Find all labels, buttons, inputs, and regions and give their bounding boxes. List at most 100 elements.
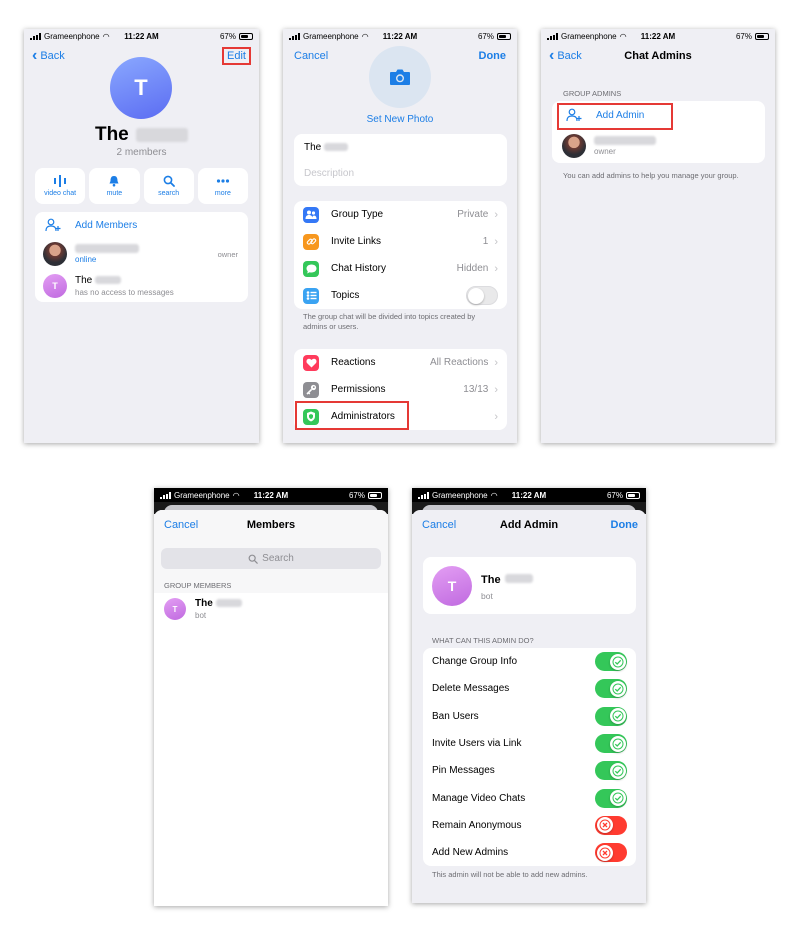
chevron-right-icon: › (494, 208, 498, 221)
setting-label: Reactions (331, 357, 376, 368)
mute-button[interactable]: mute (89, 168, 140, 204)
group-name: The (94, 124, 129, 145)
permissions-row[interactable]: Permissions 13/13 › (294, 376, 507, 403)
status-time: 11:22 AM (511, 490, 547, 500)
setting-label: Permissions (331, 384, 386, 395)
battery-icon (368, 491, 382, 499)
group-avatar[interactable]: T (110, 57, 172, 119)
setting-label: Chat History (331, 263, 387, 274)
admin-right-label: Add New Admins (432, 847, 509, 859)
topics-toggle[interactable] (466, 286, 498, 305)
more-button[interactable]: more (197, 168, 248, 204)
toggle-on[interactable] (595, 734, 627, 754)
add-members-row[interactable]: Add Members (35, 212, 248, 238)
status-time: 11:22 AM (253, 490, 289, 500)
topics-footer: The group chat will be divided into topi… (303, 312, 476, 331)
toggle-off[interactable] (595, 815, 627, 835)
group-name-field[interactable]: The (294, 134, 507, 160)
toggle-on[interactable] (595, 788, 627, 808)
status-time: 11:22 AM (382, 31, 418, 41)
admin-right-label: Manage Video Chats (432, 792, 526, 804)
status-bar: Grameenphone ◠ 11:22 AM 67% (283, 29, 517, 43)
cancel-button[interactable]: Cancel (420, 519, 456, 531)
member-status: bot (195, 611, 207, 620)
admin-right-row[interactable]: Pin Messages (423, 757, 636, 784)
toggle-on[interactable] (595, 652, 627, 672)
admin-right-label: Invite Users via Link (432, 738, 522, 750)
admin-right-row[interactable]: Change Group Info (423, 648, 636, 675)
bell-icon (109, 176, 119, 187)
blurred-name (136, 127, 189, 142)
member-row-owner[interactable]: online owner (35, 238, 248, 270)
admin-right-label: Delete Messages (432, 683, 510, 695)
action-buttons: video chat mute search more (35, 168, 248, 204)
bot-card: T The bot (423, 557, 636, 614)
bot-avatar: T (432, 565, 472, 606)
done-button[interactable]: Done (479, 50, 507, 62)
action-label: more (214, 190, 231, 197)
setting-value: 13/13 (463, 384, 489, 395)
battery-icon (626, 491, 640, 499)
setting-value: All Reactions (429, 357, 489, 368)
member-row-bot[interactable]: T The bot (154, 593, 388, 625)
admin-right-row[interactable]: Delete Messages (423, 675, 636, 702)
admin-name-blurred (594, 136, 656, 145)
search-button[interactable]: search (143, 168, 194, 204)
toggle-on[interactable] (595, 679, 627, 699)
cancel-button[interactable]: Cancel (162, 519, 198, 531)
add-admin-highlight (557, 103, 673, 130)
back-button[interactable]: ‹ Back (549, 48, 582, 64)
battery-icon (239, 32, 253, 40)
back-button[interactable]: ‹ Back (32, 47, 65, 64)
admin-right-label: Pin Messages (432, 765, 495, 777)
done-button[interactable]: Done (611, 519, 639, 531)
action-label: mute (106, 190, 123, 197)
chevron-right-icon: › (494, 410, 498, 423)
group-title: The (24, 124, 259, 146)
toggle-off[interactable] (595, 843, 627, 863)
photo-placeholder[interactable] (369, 46, 431, 108)
chat-history-row[interactable]: Chat History Hidden › (294, 255, 507, 282)
toggle-on[interactable] (595, 761, 627, 781)
admin-right-row[interactable]: Remain Anonymous (423, 812, 636, 839)
reactions-row[interactable]: Reactions All Reactions › (294, 349, 507, 376)
description-field[interactable]: Description (294, 160, 507, 186)
video-chat-button[interactable]: video chat (35, 168, 86, 204)
group-type-row[interactable]: Group Type Private › (294, 201, 507, 228)
topics-row[interactable]: Topics (294, 282, 507, 309)
admin-right-row[interactable]: Ban Users (423, 703, 636, 730)
setting-value: Hidden (456, 263, 489, 274)
admin-right-row[interactable]: Add New Admins (423, 839, 636, 866)
invite-links-row[interactable]: Invite Links 1 › (294, 228, 507, 255)
toggle-on[interactable] (595, 706, 627, 726)
member-name: The (195, 598, 213, 609)
cross-icon (596, 844, 613, 861)
admin-row-owner[interactable]: owner (552, 129, 765, 163)
edit-button[interactable]: Edit (222, 47, 251, 65)
member-row-bot[interactable]: T The has no access to messages (35, 270, 248, 302)
status-time: 11:22 AM (640, 31, 676, 41)
cancel-button[interactable]: Cancel (291, 50, 328, 62)
avatar-letter: T (172, 604, 178, 614)
admin-right-row[interactable]: Invite Users via Link (423, 730, 636, 757)
members-count: 2 members (116, 147, 167, 158)
video-chat-icon (54, 175, 67, 187)
admin-right-label: Ban Users (432, 710, 479, 722)
set-new-photo-link[interactable]: Set New Photo (283, 114, 517, 125)
topics-icon (303, 287, 319, 304)
cross-icon (596, 817, 613, 834)
screen-chat-admins: Grameenphone ◠ 11:22 AM 67% ‹ Back Chat Ad… (541, 29, 775, 443)
chevron-left-icon: ‹ (32, 47, 38, 64)
members-sheet: Cancel Members Search GROUP MEMBERS T Th… (154, 510, 388, 906)
check-icon (609, 653, 626, 670)
blurred-name (324, 143, 349, 151)
chevron-right-icon: › (494, 235, 498, 248)
bot-status: bot (481, 591, 493, 601)
admin-rights-list: Change Group Info Delete Messages Ban User… (423, 648, 636, 867)
setting-value: 1 (482, 236, 489, 247)
check-icon (609, 680, 626, 697)
search-input[interactable]: Search (161, 548, 381, 569)
avatar-letter: T (134, 75, 148, 100)
admin-right-row[interactable]: Manage Video Chats (423, 784, 636, 811)
battery-icon (497, 32, 511, 40)
